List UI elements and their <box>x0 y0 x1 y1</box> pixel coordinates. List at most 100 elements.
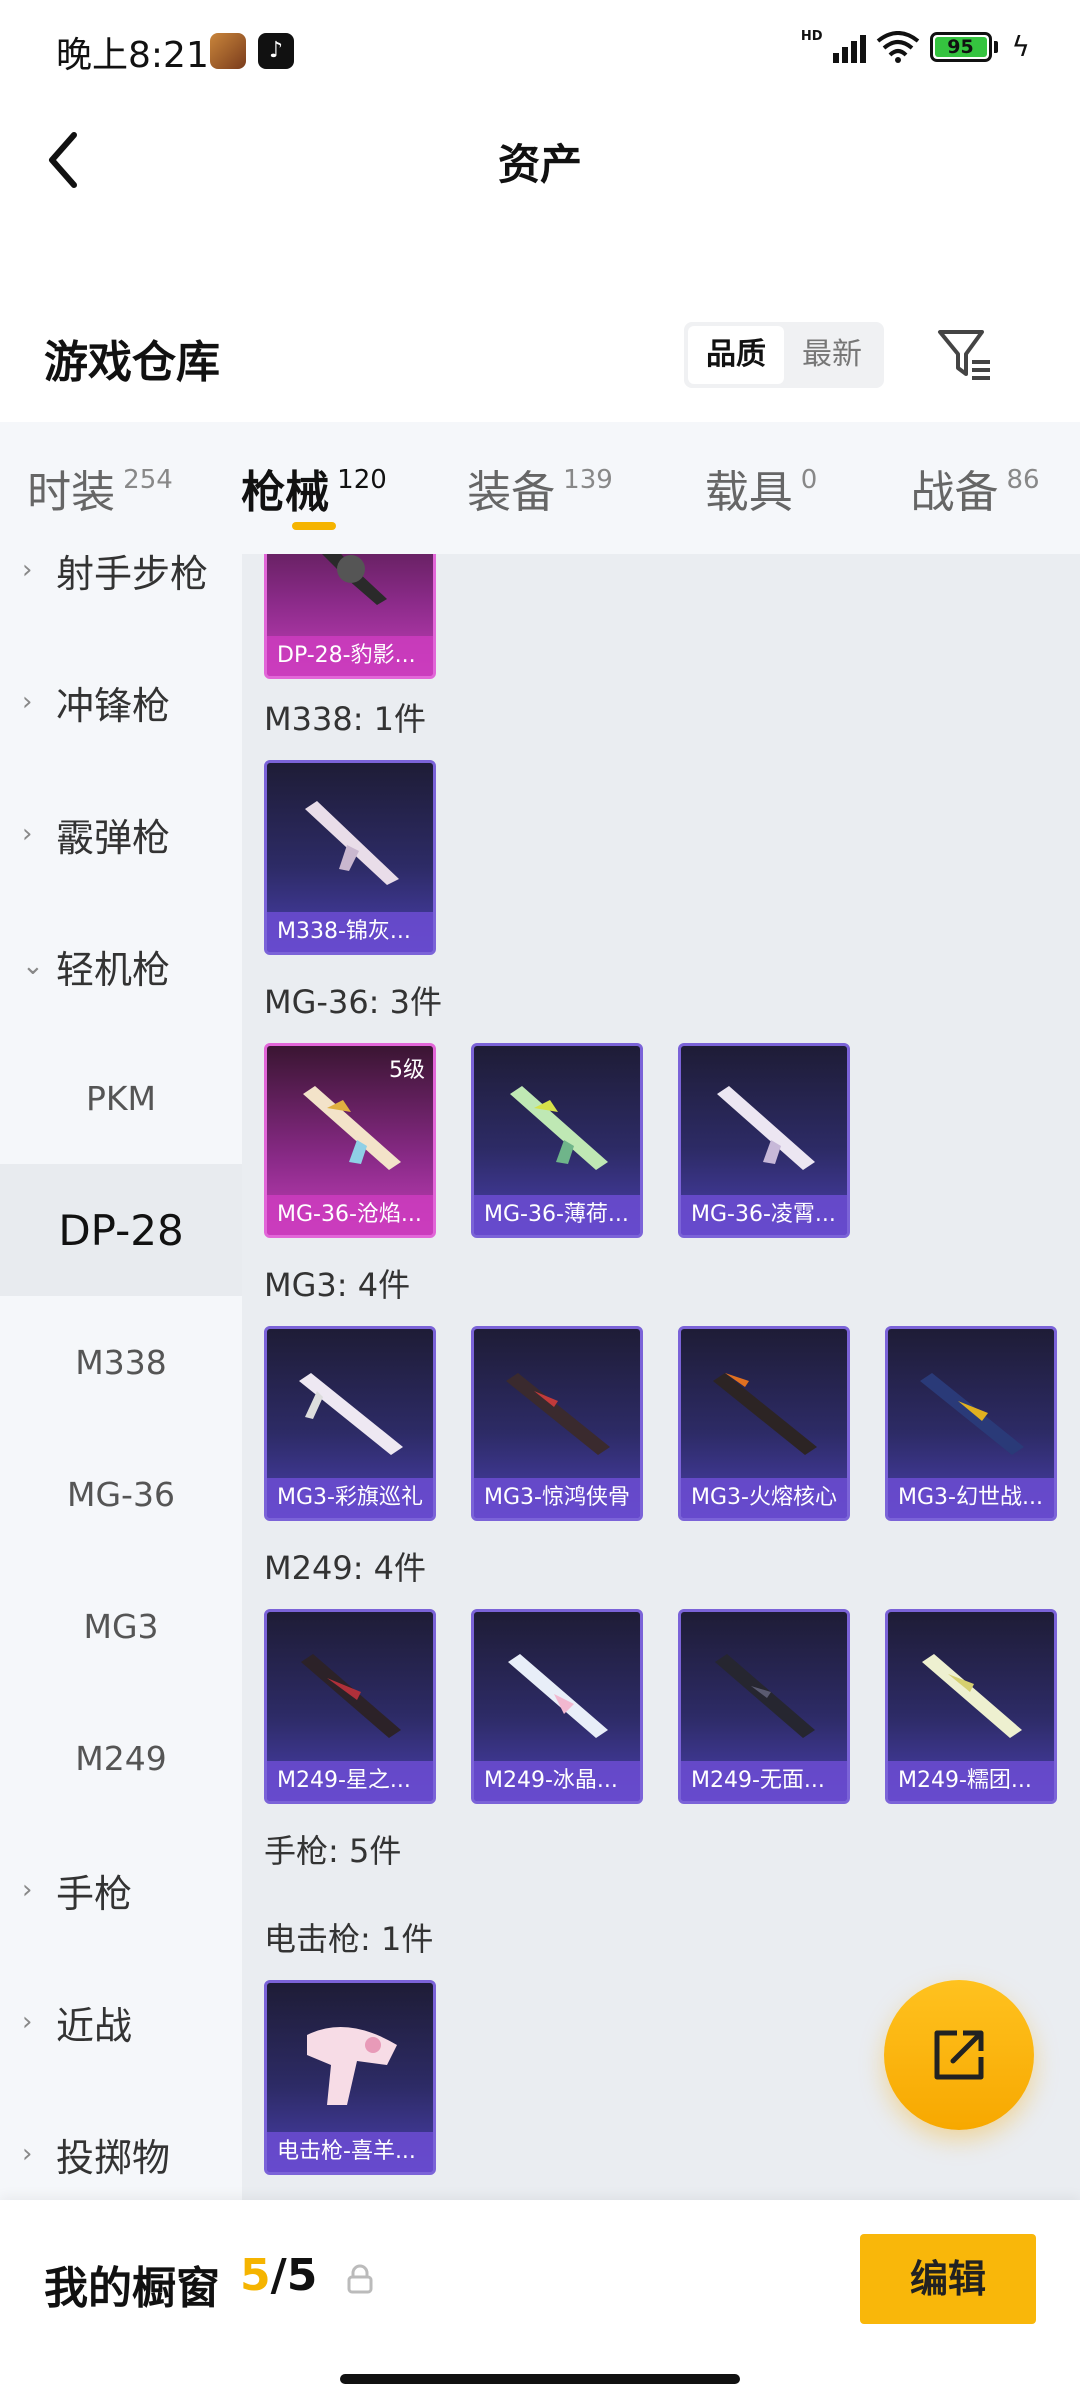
item-card[interactable]: M249-冰晶... <box>471 1609 643 1804</box>
share-button[interactable] <box>884 1980 1034 2130</box>
group-title: M338: 1件 <box>264 700 427 738</box>
item-card[interactable]: MG-36-凌霄... <box>678 1043 850 1238</box>
showcase-current: 5 <box>240 2250 271 2301</box>
sidebar-item-dp28[interactable]: DP-28 <box>0 1164 242 1296</box>
item-card[interactable]: 5级 MG-36-沧焰... <box>264 1043 436 1238</box>
showcase-count: 5/5 <box>240 2250 317 2301</box>
item-card[interactable]: M249-无面... <box>678 1609 850 1804</box>
item-name: M249-星之... <box>267 1761 433 1801</box>
page-title: 资产 <box>497 140 582 189</box>
active-tab-indicator <box>292 522 336 530</box>
showcase-total: 5 <box>286 2250 318 2301</box>
lock-icon <box>347 2264 373 2294</box>
gun-image <box>715 1654 815 1738</box>
app-header: 资产 <box>0 105 1080 215</box>
gun-image <box>508 1654 608 1738</box>
tab-label: 载具 <box>704 467 793 518</box>
sidebar-item-shotgun[interactable]: › 霰弹枪 <box>0 768 242 900</box>
gun-image <box>717 1086 815 1170</box>
weapon-type-sidebar: › 射手步枪 › 冲锋枪 › 霰弹枪 ⌄ 轻机枪 PKM DP-28 M338 … <box>0 554 242 2200</box>
status-indicators: HD 95 ϟ <box>800 29 1030 63</box>
warehouse-title: 游戏仓库 <box>44 337 220 388</box>
sidebar-item-smg[interactable]: › 冲锋枪 <box>0 636 242 768</box>
tab-count: 0 <box>800 465 818 495</box>
tab-label: 战备 <box>910 467 999 518</box>
item-name: 电击枪-喜羊... <box>267 2132 433 2172</box>
tiktok-app-icon: ♪ <box>258 33 294 69</box>
item-card[interactable]: M338-锦灰... <box>264 760 436 955</box>
sidebar-item-lmg[interactable]: ⌄ 轻机枪 <box>0 900 242 1032</box>
sidebar-item-pistol[interactable]: › 手枪 <box>0 1824 242 1956</box>
tab-label: 枪械 <box>241 467 330 518</box>
tab-label: 装备 <box>467 467 556 518</box>
item-card[interactable]: M249-星之... <box>264 1609 436 1804</box>
item-name: MG3-彩旗巡礼 <box>267 1478 433 1518</box>
showcase-separator: / <box>270 2250 287 2301</box>
item-card[interactable]: 电击枪-喜羊... <box>264 1980 436 2175</box>
item-name: MG3-幻世战... <box>888 1478 1054 1518</box>
sidebar-item-label: 近战 <box>56 2003 133 2048</box>
showcase-bar: 我的橱窗 5/5 编辑 <box>0 2200 1080 2400</box>
tab-count: 86 <box>1006 465 1040 495</box>
gun-image <box>303 1086 401 1170</box>
sidebar-item-throwable[interactable]: › 投掷物 <box>0 2088 242 2200</box>
item-name: M249-冰晶... <box>474 1761 640 1801</box>
sidebar-item-marksman-rifle[interactable]: › 射手步枪 <box>0 554 242 636</box>
tab-vehicles[interactable]: 载具 0 <box>652 422 870 554</box>
sidebar-item-m249[interactable]: M249 <box>0 1692 242 1824</box>
item-name: DP-28-豹影... <box>267 636 433 676</box>
item-card[interactable]: MG3-彩旗巡礼 <box>264 1326 436 1521</box>
wifi-icon <box>876 30 919 63</box>
sidebar-item-mg3[interactable]: MG3 <box>0 1560 242 1692</box>
tab-equipment[interactable]: 装备 139 <box>428 422 652 554</box>
home-indicator <box>340 2374 740 2384</box>
tab-fashion[interactable]: 时装 254 <box>0 422 200 554</box>
sidebar-item-label: PKM <box>85 1078 156 1118</box>
tab-count: 139 <box>563 465 613 495</box>
gun-image <box>322 554 387 605</box>
edit-button[interactable]: 编辑 <box>860 2234 1036 2324</box>
sidebar-item-label: 冲锋枪 <box>56 683 171 728</box>
sidebar-item-pkm[interactable]: PKM <box>0 1032 242 1164</box>
filter-icon[interactable] <box>934 324 996 386</box>
item-name: MG-36-沧焰... <box>267 1195 433 1235</box>
group-title: 手枪: 5件 <box>264 1832 402 1870</box>
sidebar-item-label: 投掷物 <box>56 2135 171 2180</box>
sort-newest[interactable]: 最新 <box>784 326 880 384</box>
sidebar-item-label: M338 <box>75 1342 167 1382</box>
sidebar-item-melee[interactable]: › 近战 <box>0 1956 242 2088</box>
item-card[interactable]: DP-28-豹影... <box>264 554 436 679</box>
tab-label: 时装 <box>27 467 116 518</box>
item-name: M338-锦灰... <box>267 912 433 952</box>
sidebar-item-label: 霰弹枪 <box>56 815 171 860</box>
item-grid: DP-28-豹影... M338: 1件 M338-锦灰... MG-36: 3… <box>242 554 1080 2200</box>
item-card[interactable]: MG3-幻世战... <box>885 1326 1057 1521</box>
tab-supplies[interactable]: 战备 86 <box>870 422 1080 554</box>
gun-image <box>305 801 399 885</box>
sidebar-item-label: M249 <box>75 1738 167 1778</box>
sidebar-item-label: MG3 <box>83 1606 159 1646</box>
gun-image <box>713 1373 817 1455</box>
item-name: MG-36-凌霄... <box>681 1195 847 1235</box>
warehouse-header: 游戏仓库 品质 最新 <box>0 300 1080 420</box>
battery-level: 95 <box>934 36 987 57</box>
sidebar-item-mg36[interactable]: MG-36 <box>0 1428 242 1560</box>
item-card[interactable]: MG3-火熔核心 <box>678 1326 850 1521</box>
status-bar: 晚上8:21 ♪ HD 95 ϟ <box>0 0 1080 105</box>
item-card[interactable]: M249-糯团... <box>885 1609 1057 1804</box>
showcase-label: 我的橱窗 <box>44 2263 220 2314</box>
item-name: M249-无面... <box>681 1761 847 1801</box>
sidebar-item-label: MG-36 <box>67 1474 175 1514</box>
sort-quality[interactable]: 品质 <box>688 326 784 384</box>
tab-guns[interactable]: 枪械 120 <box>200 422 428 554</box>
hd-label: HD <box>800 29 823 44</box>
game-app-icon <box>210 33 246 69</box>
item-card[interactable]: MG3-惊鸿侠骨 <box>471 1326 643 1521</box>
signal-icon <box>832 31 866 63</box>
gun-image <box>299 1373 403 1455</box>
chevron-right-icon: › <box>22 687 33 717</box>
item-card[interactable]: MG-36-薄荷... <box>471 1043 643 1238</box>
sidebar-item-label: DP-28 <box>58 1205 184 1255</box>
sidebar-item-m338[interactable]: M338 <box>0 1296 242 1428</box>
sort-toggle: 品质 最新 <box>684 322 884 388</box>
